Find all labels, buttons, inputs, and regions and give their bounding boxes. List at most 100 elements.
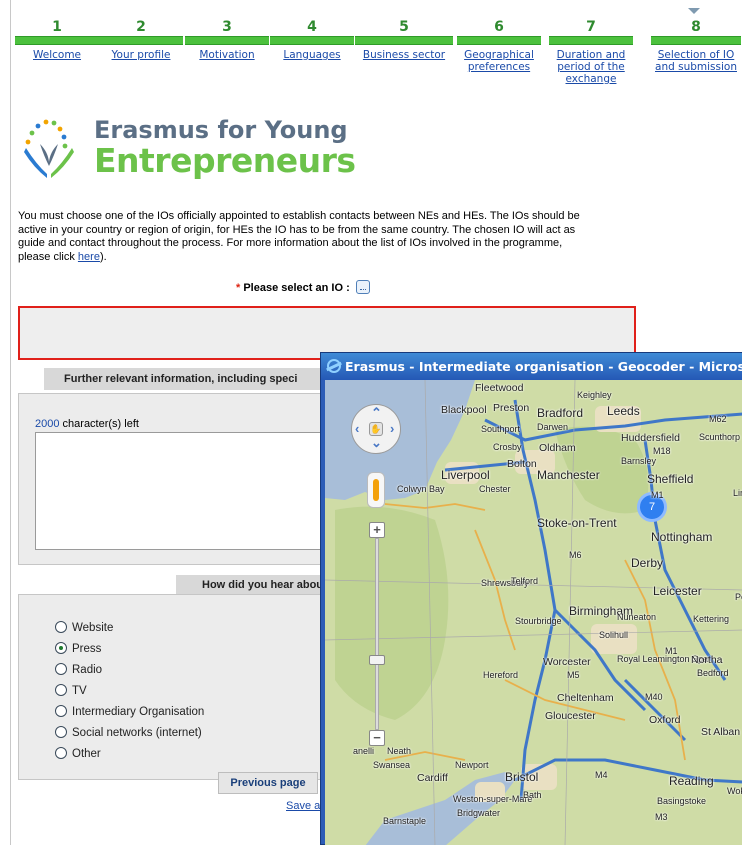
map-place-label: Bristol — [505, 770, 539, 784]
map-place-label: Scunthorp — [699, 432, 741, 442]
map-place-label: M4 — [595, 770, 608, 780]
zoom-in-button[interactable]: + — [369, 522, 385, 538]
radio-button[interactable] — [55, 705, 67, 717]
map-place-label: Neath — [387, 746, 412, 756]
erasmus-logo: Erasmus for Young Entrepreneurs — [20, 116, 356, 186]
map-place-label: M5 — [567, 670, 580, 680]
radio-label: TV — [72, 685, 87, 697]
radio-option[interactable]: Social networks (internet) — [55, 726, 204, 747]
logo-title-line1: Erasmus for Young — [94, 116, 348, 144]
radio-label: Press — [72, 643, 102, 655]
wizard-step-3[interactable]: 3 Motivation — [184, 10, 270, 61]
radio-label: Social networks (internet) — [72, 727, 202, 739]
previous-page-button[interactable]: Previous page — [218, 772, 318, 794]
radio-button[interactable] — [55, 621, 67, 633]
further-info-panel: 2000 character(s) left — [18, 393, 329, 565]
map-place-label: Keighley — [577, 390, 612, 400]
map-place-label: M1 — [651, 490, 664, 500]
here-link[interactable]: here — [78, 251, 100, 263]
wizard-step-4[interactable]: 4 Languages — [269, 10, 355, 61]
zoom-slider-knob[interactable] — [369, 655, 385, 665]
step-number: 3 — [222, 19, 232, 35]
map-place-label: Solihull — [599, 630, 629, 640]
required-marker: * — [236, 281, 241, 294]
select-io-button[interactable] — [355, 280, 370, 294]
map-place-label: Nottingham — [651, 530, 713, 544]
map-pan-control[interactable]: ⌃ ‹ › ⌄ ✋ — [351, 404, 401, 454]
step-link[interactable]: Business sector — [354, 49, 454, 61]
map-place-label: M18 — [653, 446, 671, 456]
map-place-label: Weston-super-Mare — [453, 794, 533, 804]
step-progress-bar — [549, 36, 633, 45]
wizard-step-8[interactable]: 8 Selection of IO and submission — [650, 8, 742, 73]
wizard-step-2[interactable]: 2 Your profile — [98, 10, 184, 61]
wizard-steps: 1 Welcome 2 Your profile 3 Motivation 4 Languag… — [14, 8, 742, 110]
step-link[interactable]: Languages — [269, 49, 355, 61]
map-place-label: anelli — [353, 746, 375, 756]
hear-about-header: How did you hear abou — [176, 575, 326, 595]
map-view[interactable]: ⌃ ‹ › ⌄ ✋ + − 7 Fleetwood Keighley Blackpo… — [325, 380, 742, 845]
step-number: 7 — [586, 19, 596, 35]
map-place-label: Leeds — [607, 404, 640, 418]
radio-option[interactable]: Press — [55, 642, 204, 663]
step-link[interactable]: Geographical preferences — [456, 49, 542, 73]
io-instructions: You must choose one of the IOs officiall… — [18, 210, 588, 264]
wizard-step-5[interactable]: 5 Business sector — [354, 10, 454, 61]
further-info-textarea[interactable] — [35, 432, 329, 550]
pan-right-icon[interactable]: › — [390, 421, 394, 436]
map-place-label: Blackpool — [441, 404, 487, 416]
step-link[interactable]: Selection of IO and submission — [650, 49, 742, 73]
radio-button[interactable] — [55, 642, 67, 654]
wizard-step-7[interactable]: 7 Duration and period of the exchange — [548, 10, 634, 85]
logo-title-line2: Entrepreneurs — [94, 141, 356, 180]
intro-tail: ). — [99, 250, 107, 263]
radio-option[interactable]: Intermediary Organisation — [55, 705, 204, 726]
map-place-label: Chester — [479, 484, 511, 494]
map-place-label: Derby — [631, 556, 664, 570]
step-link[interactable]: Welcome — [14, 49, 100, 61]
step-link[interactable]: Motivation — [184, 49, 270, 61]
step-link[interactable]: Your profile — [98, 49, 184, 61]
map-place-label: Oldham — [539, 442, 576, 454]
popup-title-bar[interactable]: Erasmus - Intermediate organisation - Ge… — [321, 353, 742, 380]
radio-button[interactable] — [55, 726, 67, 738]
step-link[interactable]: Duration and period of the exchange — [548, 49, 634, 85]
map-place-label: Colwyn Bay — [397, 484, 445, 494]
map-place-label: Hereford — [483, 670, 519, 680]
radio-button[interactable] — [55, 663, 67, 675]
radio-button[interactable] — [55, 684, 67, 696]
select-io-label: Please select an IO : — [243, 281, 350, 294]
map-place-label: Newport — [455, 760, 489, 770]
wizard-step-6[interactable]: 6 Geographical preferences — [456, 10, 542, 73]
map-place-label: M62 — [709, 414, 727, 424]
step-number: 4 — [307, 19, 317, 35]
hand-icon[interactable]: ✋ — [369, 422, 383, 436]
radio-option[interactable]: Radio — [55, 663, 204, 684]
save-link[interactable]: Save a — [286, 800, 320, 812]
pan-left-icon[interactable]: ‹ — [355, 421, 359, 436]
left-border-line — [10, 0, 11, 845]
map-place-label: Oxford — [649, 714, 681, 726]
zoom-slider-track[interactable] — [375, 538, 379, 730]
map-place-label: Reading — [669, 774, 714, 788]
geocoder-popup-window[interactable]: Erasmus - Intermediate organisation - Ge… — [320, 352, 742, 845]
map-place-label: M3 — [655, 812, 668, 822]
radio-option[interactable]: TV — [55, 684, 204, 705]
step-progress-bar — [651, 36, 741, 45]
chars-left-counter: 2000 character(s) left — [35, 418, 139, 430]
radio-option[interactable]: Other — [55, 747, 204, 768]
zoom-out-button[interactable]: − — [369, 730, 385, 746]
map-place-label: Nuneaton — [617, 612, 657, 622]
radio-option[interactable]: Website — [55, 621, 204, 642]
pan-up-icon[interactable]: ⌃ — [371, 405, 382, 421]
hear-about-panel: Website Press Radio TV Intermediary Organisa… — [18, 594, 328, 780]
wizard-step-1[interactable]: 1 Welcome — [14, 10, 100, 61]
map-place-label: Woki — [727, 786, 742, 796]
radio-label: Other — [72, 748, 101, 760]
street-view-pegman-icon[interactable] — [367, 472, 385, 508]
radio-button[interactable] — [55, 747, 67, 759]
pan-down-icon[interactable]: ⌄ — [371, 435, 382, 451]
step-progress-bar — [355, 36, 453, 45]
map-place-label: Bedford — [697, 668, 729, 678]
map-place-label: Leicester — [653, 584, 702, 598]
